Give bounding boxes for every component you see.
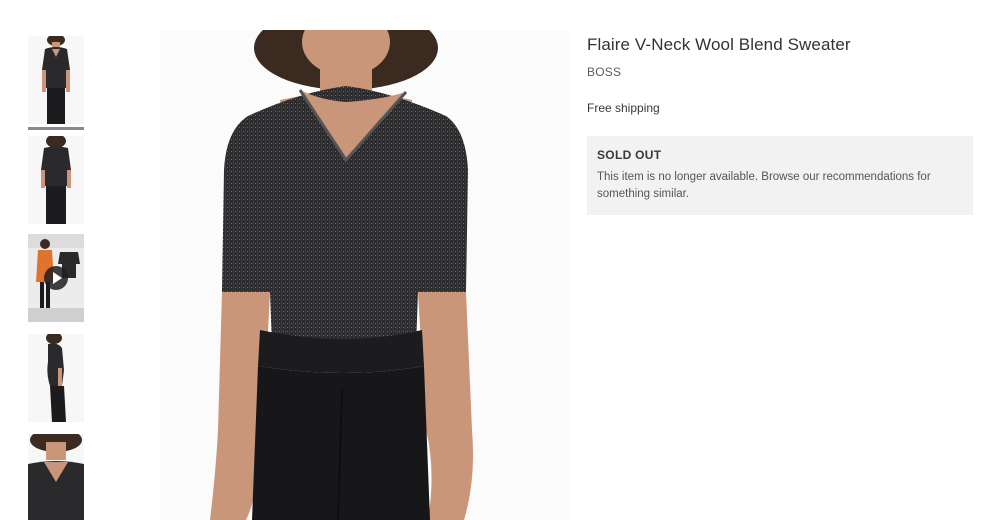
thumbnail-video[interactable]: [28, 234, 84, 322]
thumbnail-side[interactable]: [28, 334, 84, 422]
product-title: Flaire V-Neck Wool Blend Sweater: [587, 35, 851, 54]
thumbnail-back[interactable]: [28, 136, 84, 224]
thumbnail-detail[interactable]: [28, 434, 84, 520]
play-icon: [44, 266, 68, 290]
product-page: Flaire V-Neck Wool Blend Sweater BOSS Fr…: [0, 0, 1000, 520]
product-info: Flaire V-Neck Wool Blend Sweater BOSS Fr…: [587, 34, 973, 215]
sold-out-message: This item is no longer available. Browse…: [597, 171, 931, 200]
main-product-image[interactable]: [160, 30, 570, 520]
sold-out-notice: SOLD OUT This item is no longer availabl…: [587, 136, 973, 215]
selected-thumbnail-indicator: [28, 127, 84, 130]
shipping-info: Free shipping: [587, 101, 660, 115]
brand-link[interactable]: BOSS: [587, 64, 973, 80]
thumbnail-front[interactable]: [28, 36, 84, 124]
sold-out-label: SOLD OUT: [597, 148, 662, 162]
